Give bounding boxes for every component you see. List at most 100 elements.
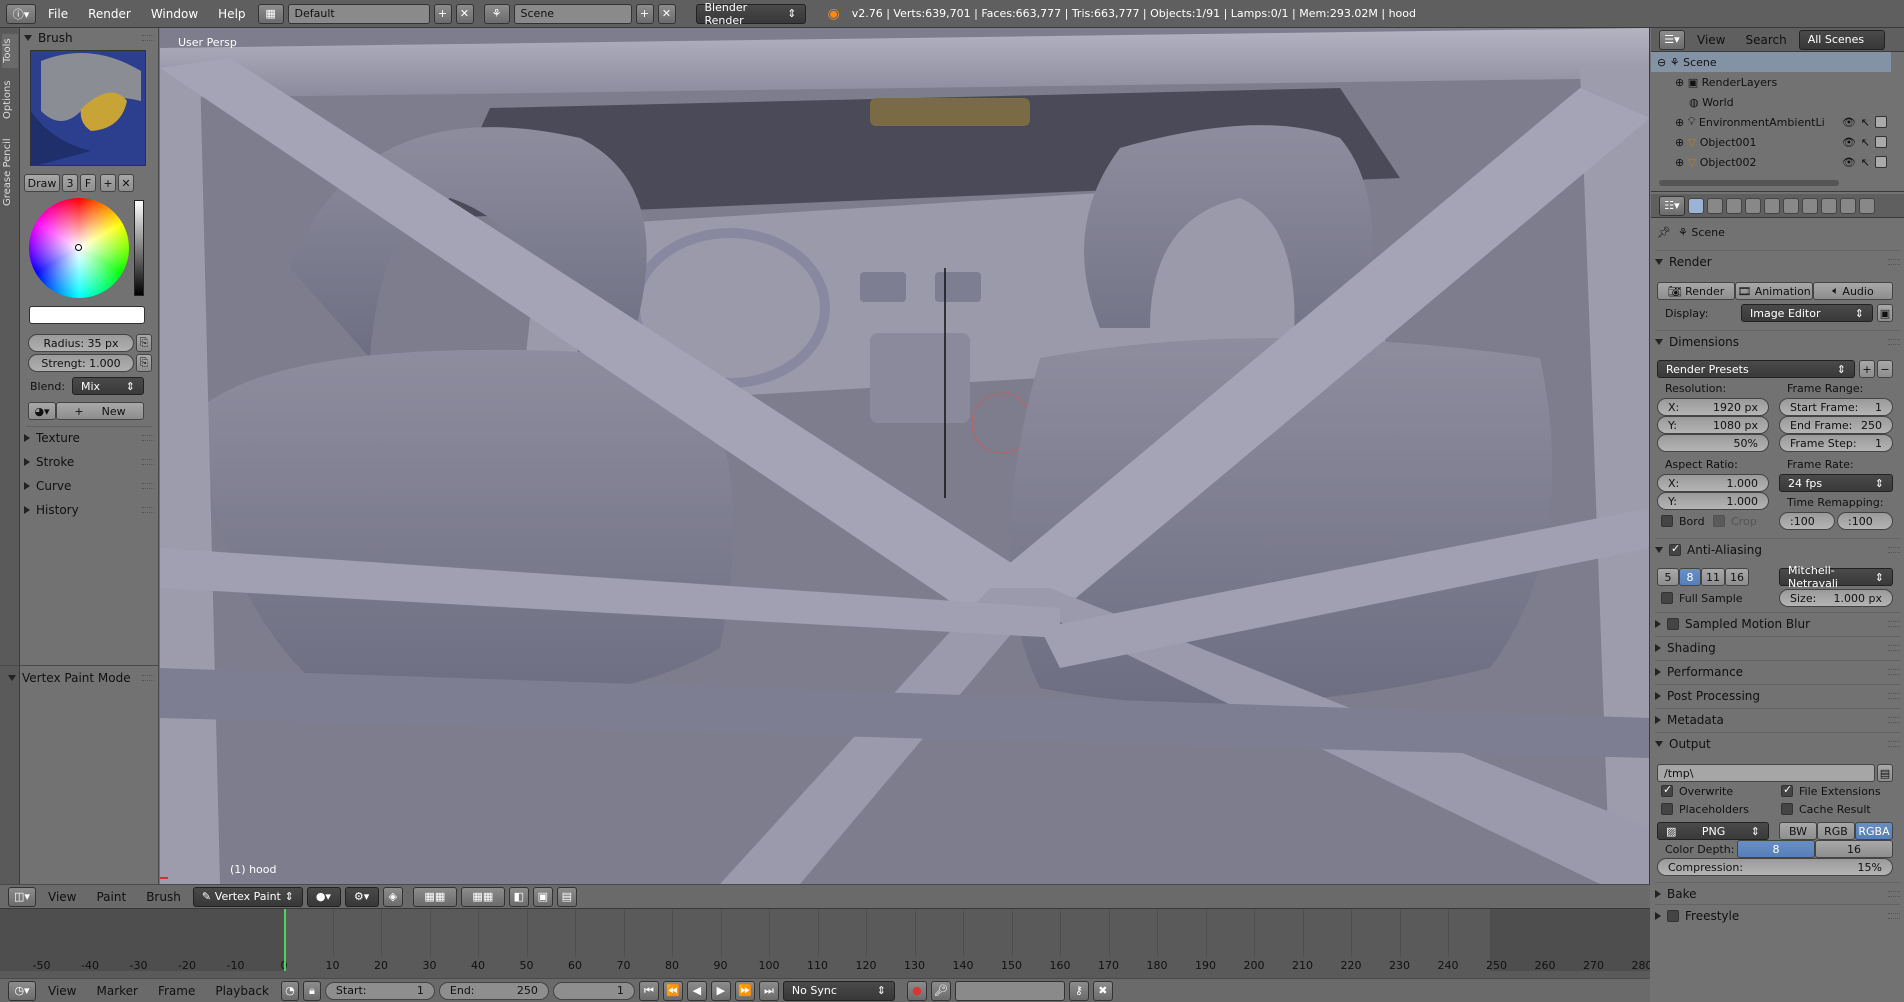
layers-grid-b[interactable]: ▦▦ [460, 886, 505, 907]
remove-preset-button[interactable]: − [1877, 360, 1893, 378]
editor-type-button[interactable]: ◫▾ [8, 886, 36, 907]
render-panel-header[interactable]: Render [1655, 250, 1900, 272]
render-context-icon[interactable] [1688, 197, 1704, 214]
resolution-x-field[interactable]: X: 1920 px [1657, 398, 1769, 416]
3d-viewport[interactable]: User Persp (1) hood [160, 28, 1650, 884]
keying-set-field[interactable] [954, 980, 1065, 1001]
drag-grip-icon[interactable] [1888, 620, 1900, 627]
menu-view[interactable]: View [40, 890, 84, 904]
delete-scene-button[interactable]: ✕ [657, 3, 676, 24]
screen-layout-field[interactable]: Default [287, 3, 430, 24]
lock-interface-icon[interactable]: ▣ [1877, 304, 1893, 322]
menu-marker[interactable]: Marker [88, 984, 145, 998]
anti-aliasing-panel-header[interactable]: Anti-Aliasing [1655, 538, 1900, 560]
viewport-shading-dropdown[interactable]: ●▾ [306, 886, 341, 907]
editor-type-button[interactable]: ☰▾ [1659, 29, 1685, 50]
jump-keyframe-forward-icon[interactable]: ⏩ [734, 980, 755, 1001]
shading-panel-header[interactable]: Shading [1655, 636, 1900, 658]
aa-size-field[interactable]: Size: 1.000 px [1779, 589, 1893, 607]
tab-options[interactable]: Options [2, 76, 18, 124]
scene-field[interactable]: Scene [513, 3, 632, 24]
end-frame-field[interactable]: End Frame: 250 [1779, 416, 1893, 434]
info-editor-type-button[interactable]: ⓘ▾ [6, 3, 36, 24]
frame-rate-dropdown[interactable]: 24 fps ⇕ [1779, 474, 1893, 492]
drag-grip-icon[interactable] [142, 459, 154, 465]
start-frame-field[interactable]: Start: 1 [324, 981, 435, 1000]
render-toggle-icon[interactable] [1875, 135, 1887, 148]
render-toggle-icon[interactable] [1875, 115, 1887, 128]
resolution-percentage-field[interactable]: 50% [1657, 434, 1769, 452]
drag-grip-icon[interactable] [1888, 890, 1900, 897]
display-mode-dropdown[interactable]: All Scenes [1798, 29, 1885, 50]
animation-button[interactable]: 🎞︎ Animation [1735, 282, 1813, 300]
stroke-panel-header[interactable]: Stroke [24, 452, 154, 472]
cursor-icon[interactable]: ↖ [1861, 136, 1870, 149]
aa-samples-16[interactable]: 16 [1725, 568, 1749, 586]
outliner-row-environment-light[interactable]: ⊕ 💡︎ EnvironmentAmbientLi 👁︎ ↖ [1651, 112, 1891, 132]
drag-grip-icon[interactable] [142, 435, 154, 441]
editor-type-button[interactable]: ◷▾ [8, 980, 36, 1001]
color-mode-rgb[interactable]: RGB [1817, 822, 1855, 840]
menu-help[interactable]: Help [210, 0, 253, 28]
overwrite-checkbox[interactable] [1661, 783, 1673, 797]
aspect-x-field[interactable]: X: 1.000 [1657, 474, 1769, 492]
palette-icon[interactable]: ◕▾ [28, 402, 56, 420]
drag-grip-icon[interactable] [1888, 912, 1900, 919]
performance-panel-header[interactable]: Performance [1655, 660, 1900, 682]
play-icon[interactable]: ▶ [710, 980, 731, 1001]
file-extensions-checkbox[interactable] [1781, 783, 1793, 797]
full-sample-checkbox[interactable] [1661, 592, 1673, 604]
color-mode-bw[interactable]: BW [1779, 822, 1817, 840]
delete-keyframe-icon[interactable]: ✖ [1092, 980, 1113, 1001]
scene-context-icon[interactable] [1726, 197, 1742, 214]
render-presets-dropdown[interactable]: Render Presets ⇕ [1657, 360, 1855, 378]
outliner-row-object001[interactable]: ⊕ ▽ Object001 👁︎ ↖ [1651, 132, 1891, 152]
jump-end-icon[interactable]: ⏭ [758, 980, 779, 1001]
constraints-context-icon[interactable] [1783, 197, 1799, 214]
strength-pressure-icon[interactable]: ⎘ [136, 354, 152, 372]
play-reverse-icon[interactable]: ◀ [686, 980, 707, 1001]
pin-icon[interactable]: 📌︎ [1657, 226, 1671, 239]
menu-frame[interactable]: Frame [150, 984, 203, 998]
outliner-scrollbar[interactable] [1659, 180, 1839, 186]
remap-new-field[interactable]: :100 [1837, 512, 1893, 530]
color-depth-8[interactable]: 8 [1737, 840, 1815, 858]
eye-icon[interactable]: 👁︎ [1842, 136, 1856, 149]
drag-grip-icon[interactable] [1888, 716, 1900, 723]
drag-grip-icon[interactable] [142, 35, 154, 41]
eye-icon[interactable]: 👁︎ [1842, 156, 1856, 169]
brush-users-count[interactable]: 3 [62, 174, 78, 192]
cache-result-checkbox[interactable] [1781, 803, 1793, 815]
output-path-field[interactable]: /tmp\ [1657, 764, 1875, 782]
frame-step-field[interactable]: Frame Step: 1 [1779, 434, 1893, 452]
resolution-y-field[interactable]: Y: 1080 px [1657, 416, 1769, 434]
file-format-dropdown[interactable]: ▨ PNG ⇕ [1657, 822, 1769, 840]
drag-grip-icon[interactable] [1888, 668, 1900, 675]
pivot-dropdown[interactable]: ⚙▾ [344, 886, 379, 907]
drag-grip-icon[interactable] [1888, 692, 1900, 699]
menu-render[interactable]: Render [80, 0, 139, 28]
outliner-row-renderlayers[interactable]: ⊕ ▣ RenderLayers [1651, 72, 1891, 92]
aspect-y-field[interactable]: Y: 1.000 [1657, 492, 1769, 510]
end-frame-field[interactable]: End: 250 [438, 981, 549, 1000]
compression-field[interactable]: Compression: 15% [1657, 858, 1893, 876]
eye-icon[interactable]: 👁︎ [1842, 116, 1856, 129]
value-slider[interactable] [134, 200, 144, 296]
brush-mode-draw[interactable]: Draw [24, 174, 60, 192]
border-checkbox[interactable] [1661, 515, 1673, 527]
aa-filter-dropdown[interactable]: Mitchell-Netravali ⇕ [1779, 564, 1893, 590]
display-dropdown[interactable]: Image Editor ⇕ [1741, 304, 1873, 322]
tab-grease-pencil[interactable]: Grease Pencil [2, 132, 18, 212]
current-frame-cursor[interactable] [284, 909, 286, 971]
cursor-icon[interactable]: ↖ [1861, 116, 1870, 129]
brush-panel-header[interactable]: Brush [24, 28, 154, 48]
crop-checkbox[interactable] [1713, 515, 1725, 527]
keying-set-icon[interactable]: 🔑︎ [930, 980, 951, 1001]
bake-panel-header[interactable]: Bake [1655, 882, 1900, 904]
data-context-icon[interactable] [1821, 197, 1837, 214]
render-engine-dropdown[interactable]: Blender Render ⇕ [695, 1, 806, 27]
placeholders-checkbox[interactable] [1661, 803, 1673, 815]
freestyle-panel-header[interactable]: Freestyle [1655, 904, 1900, 926]
add-preset-button[interactable]: + [1859, 360, 1875, 378]
sampled-motion-blur-header[interactable]: Sampled Motion Blur [1655, 612, 1900, 634]
